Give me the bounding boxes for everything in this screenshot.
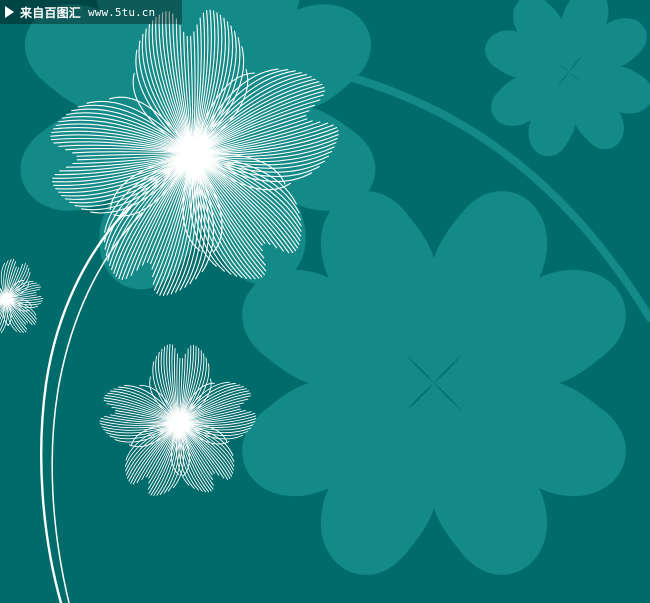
watermark-brand: 来自百图汇: [20, 5, 82, 20]
watermark-url: www.5tu.cn: [88, 5, 156, 19]
clover-illustration: [0, 0, 650, 603]
play-triangle-icon: [5, 6, 14, 18]
watermark-banner: 来自百图汇 www.5tu.cn: [0, 0, 182, 24]
wallpaper-canvas: 来自百图汇 www.5tu.cn: [0, 0, 650, 603]
